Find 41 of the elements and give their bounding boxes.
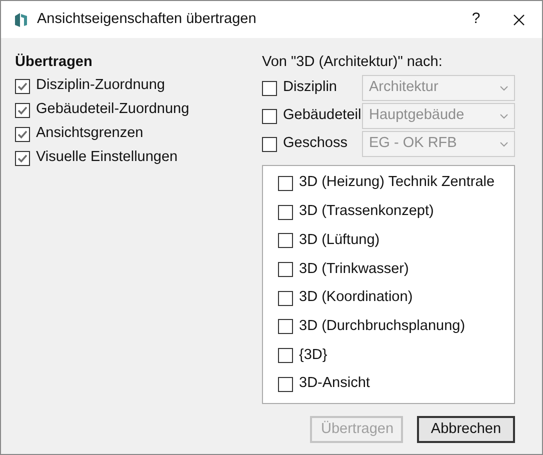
checkbox[interactable] <box>278 204 293 220</box>
chevron-down-icon <box>500 142 508 146</box>
check-icon <box>17 128 28 140</box>
checkbox[interactable] <box>15 126 30 142</box>
app-logo-icon <box>15 12 27 26</box>
view-label: 3D (Trassenkonzept) <box>299 202 434 222</box>
checkbox[interactable] <box>15 150 30 166</box>
filter-label: Disziplin <box>283 78 337 98</box>
view-label: 3D (Heizung) Technik Zentrale <box>299 173 495 192</box>
checkbox[interactable] <box>278 376 293 392</box>
view-label: 3D (Lüftung) <box>299 230 380 250</box>
chevron-down-icon <box>500 114 508 118</box>
option-label: Visuelle Einstellungen <box>36 148 178 168</box>
view-label: 3D-Ansicht <box>299 374 370 394</box>
checkbox[interactable] <box>15 78 30 94</box>
option-label: Ansichtsgrenzen <box>36 124 144 144</box>
window-title: Ansichtseigenschaften übertragen <box>37 10 256 29</box>
section-heading: Übertragen <box>15 52 94 72</box>
view-label: 3D (Trinkwasser) <box>299 260 409 279</box>
filter-label: Geschoss <box>283 134 348 154</box>
help-button[interactable]: ? <box>456 1 496 38</box>
checkbox[interactable] <box>278 262 293 277</box>
close-icon <box>513 14 525 26</box>
check-icon <box>17 104 28 116</box>
view-label: {3D} <box>299 346 328 365</box>
dialog-button[interactable]: Abbrechen <box>417 416 515 443</box>
source-label: Von "3D (Architektur)" nach: <box>262 53 444 72</box>
checkbox[interactable] <box>278 290 293 306</box>
checkbox[interactable] <box>278 233 293 248</box>
filter-label: Gebäudeteil <box>283 106 362 126</box>
chevron-down-icon <box>500 86 508 90</box>
checkbox[interactable] <box>278 176 293 191</box>
check-icon <box>17 152 28 164</box>
checkbox[interactable] <box>15 102 30 118</box>
option-label: Disziplin-Zuordnung <box>36 76 165 96</box>
checkbox[interactable] <box>278 348 293 363</box>
check-icon <box>17 80 28 92</box>
view-label: 3D (Koordination) <box>299 288 413 308</box>
option-label: Gebäudeteil-Zuordnung <box>36 100 190 120</box>
view-label: 3D (Durchbruchsplanung) <box>299 316 466 336</box>
checkbox[interactable] <box>278 319 293 334</box>
